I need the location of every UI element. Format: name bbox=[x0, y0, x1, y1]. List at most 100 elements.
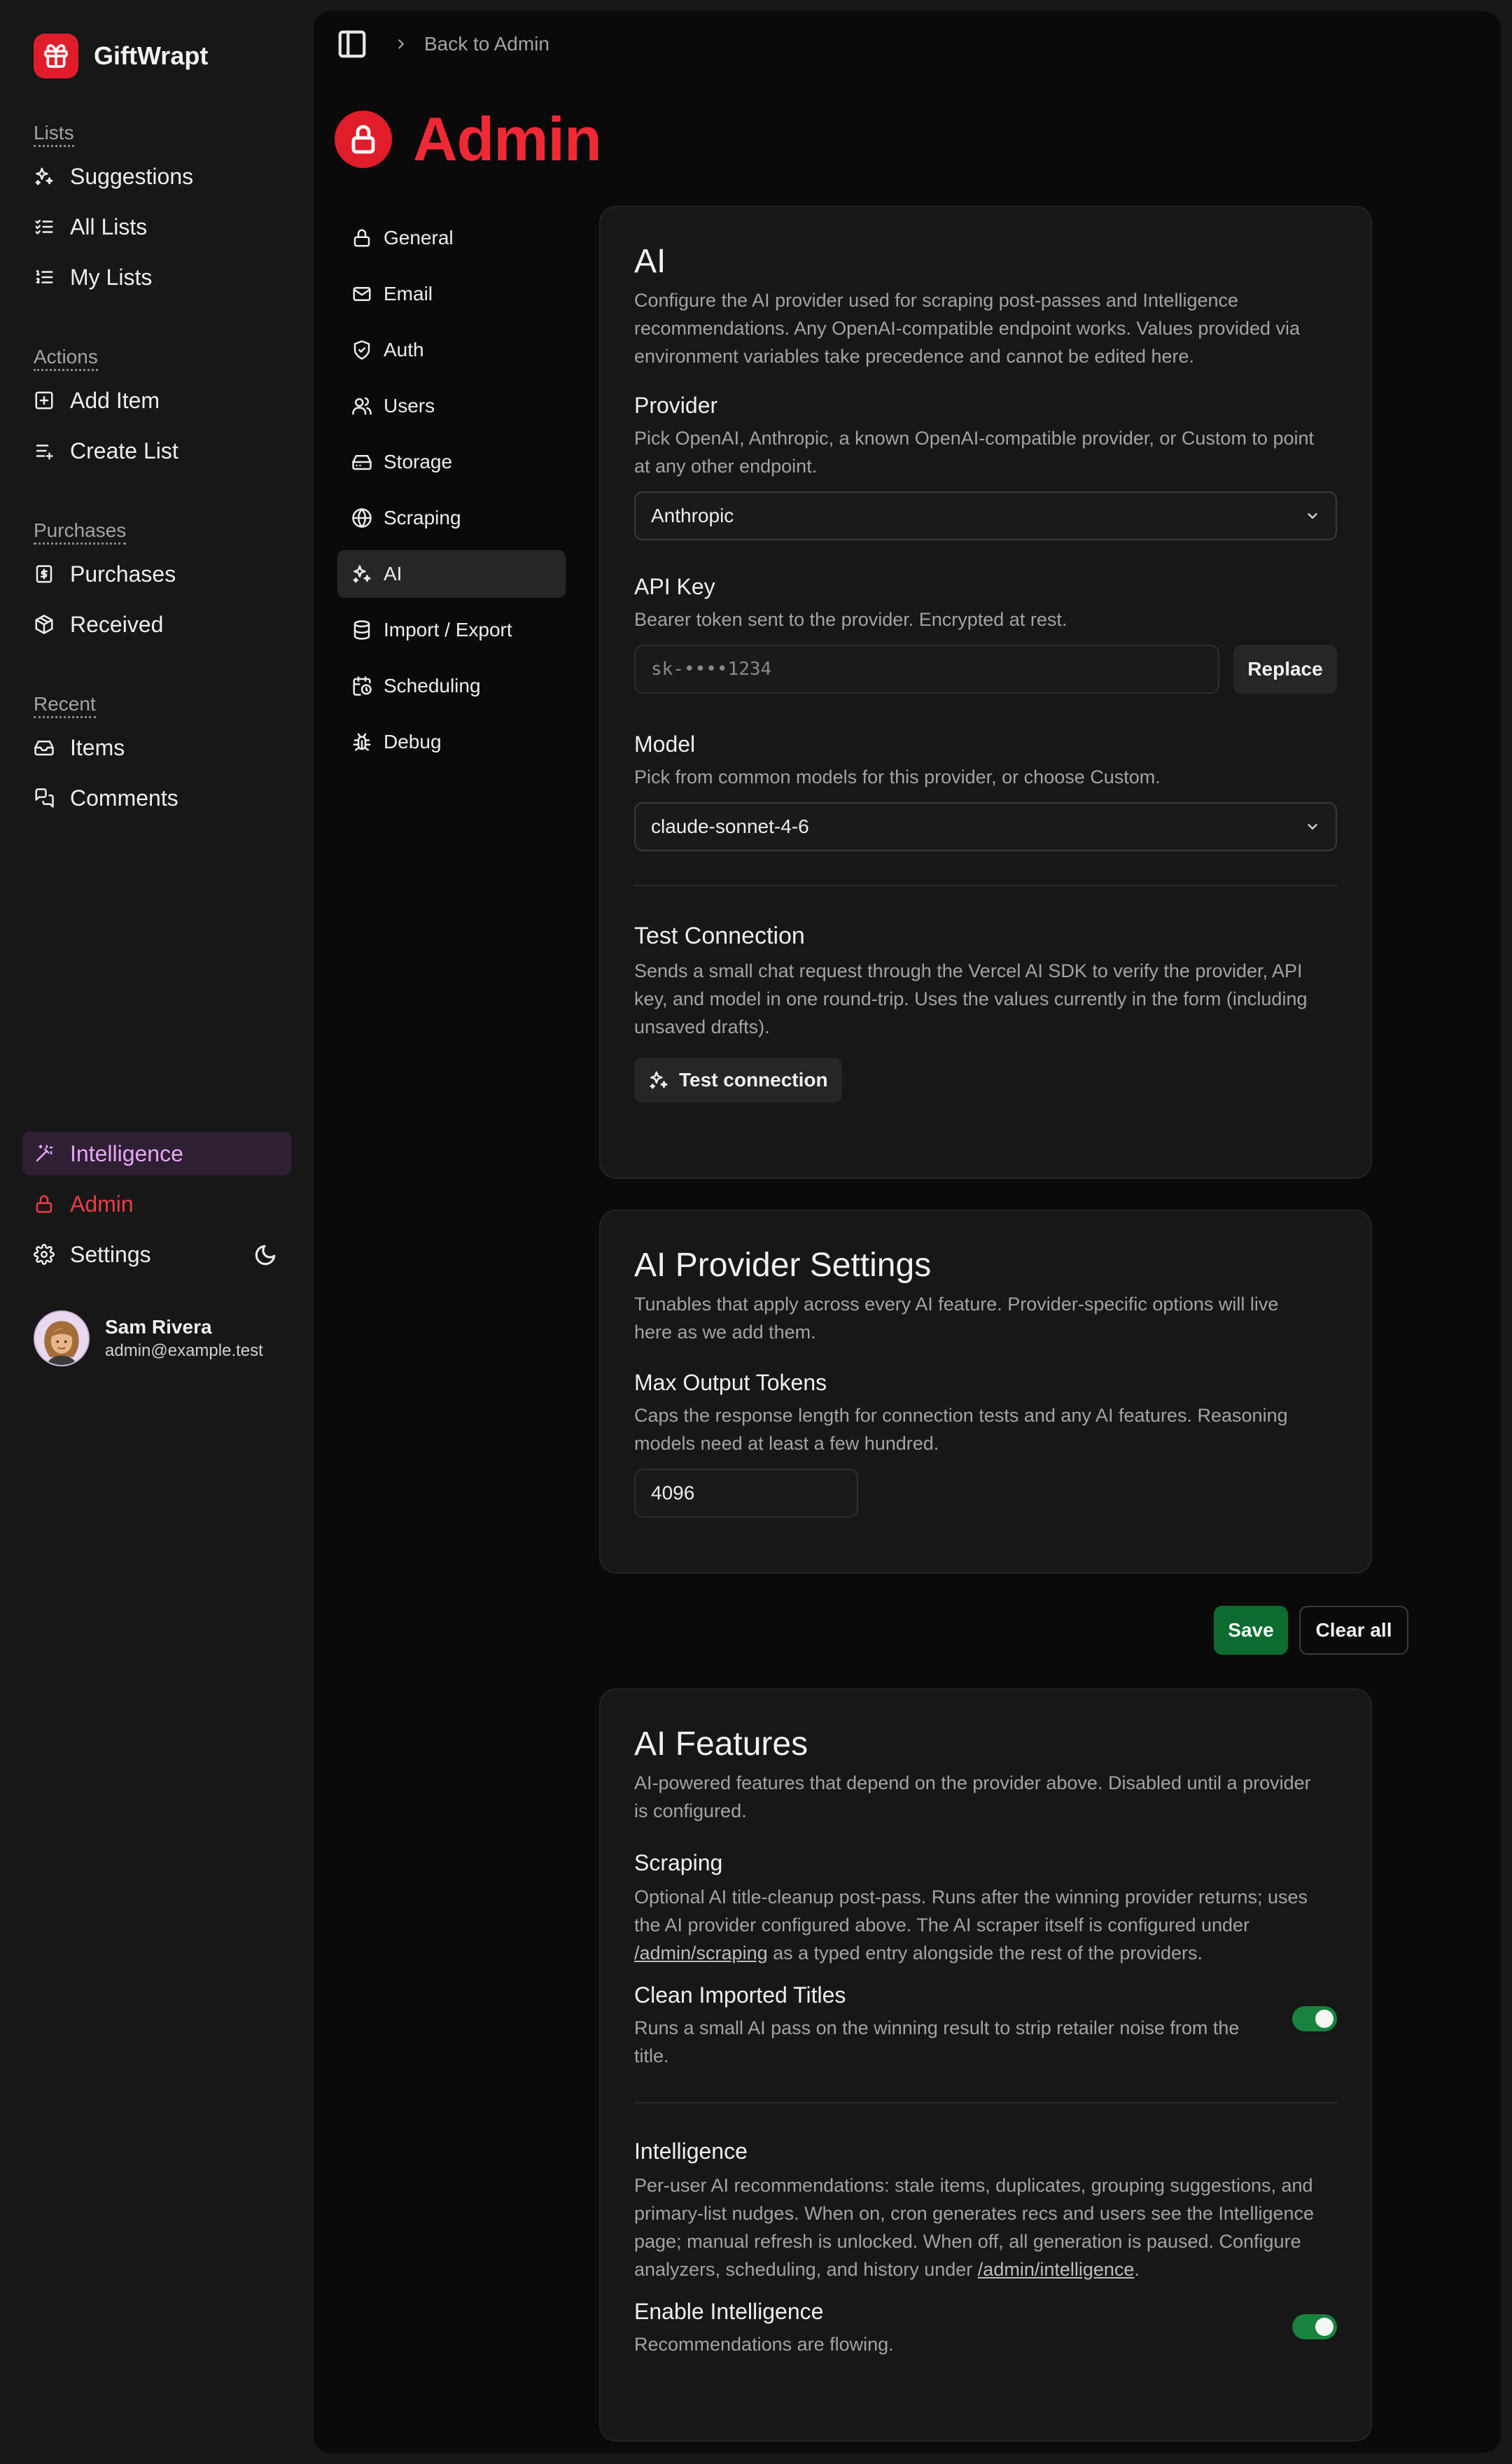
sparkles-icon bbox=[34, 166, 55, 187]
sidebar-item-intelligence[interactable]: Intelligence bbox=[22, 1132, 291, 1175]
save-button[interactable]: Save bbox=[1214, 1606, 1288, 1655]
provider-select[interactable]: Anthropic bbox=[634, 491, 1337, 540]
subnav-item-label: Users bbox=[384, 395, 435, 416]
sidebar-item-settings[interactable]: Settings bbox=[34, 1235, 151, 1274]
bug-icon bbox=[351, 732, 372, 752]
globe-icon bbox=[351, 507, 372, 528]
lock-icon bbox=[335, 111, 392, 168]
subnav-item-label: AI bbox=[384, 563, 402, 584]
enable-intelligence-toggle[interactable] bbox=[1292, 2314, 1337, 2339]
clean-imported-titles-label: Clean Imported Titles bbox=[634, 1982, 846, 2008]
inbox-icon bbox=[34, 737, 55, 758]
model-select-value: claude-sonnet-4-6 bbox=[651, 816, 809, 837]
sidebar-item-label: Create List bbox=[70, 438, 178, 463]
subnav-item-scraping[interactable]: Scraping bbox=[337, 494, 566, 542]
group-label-purchases: Purchases bbox=[34, 519, 127, 545]
group-label-lists: Lists bbox=[34, 122, 74, 147]
subnav-item-auth[interactable]: Auth bbox=[337, 326, 566, 374]
chevron-down-icon bbox=[1305, 508, 1320, 524]
group-label-actions: Actions bbox=[34, 346, 98, 371]
max-output-tokens-label: Max Output Tokens bbox=[634, 1370, 827, 1395]
chevron-right-icon bbox=[393, 36, 409, 52]
sidebar-item-create-list[interactable]: Create List bbox=[34, 431, 178, 470]
square-plus-icon bbox=[34, 390, 55, 411]
sidebar-item-admin[interactable]: Admin bbox=[34, 1184, 134, 1224]
gift-icon bbox=[34, 34, 78, 78]
subnav-item-scheduling[interactable]: Scheduling bbox=[337, 662, 566, 710]
model-description: Pick from common models for this provide… bbox=[634, 766, 1161, 788]
sidebar-item-comments[interactable]: Comments bbox=[34, 778, 178, 818]
gear-icon bbox=[34, 1244, 55, 1265]
sidebar-item-purchases[interactable]: Purchases bbox=[34, 554, 176, 594]
shield-check-icon bbox=[351, 340, 372, 360]
brand[interactable]: GiftWrapt bbox=[34, 34, 208, 78]
sidebar-item-received[interactable]: Received bbox=[34, 605, 163, 644]
max-output-tokens-input[interactable]: 4096 bbox=[634, 1469, 858, 1518]
breadcrumb[interactable]: Back to Admin bbox=[393, 33, 550, 55]
sidebar-item-label: Admin bbox=[70, 1191, 134, 1217]
replace-button[interactable]: Replace bbox=[1233, 645, 1337, 694]
sidebar-item-label: Purchases bbox=[70, 561, 176, 587]
lock-icon bbox=[34, 1194, 55, 1214]
sidebar-item-my-lists[interactable]: My Lists bbox=[34, 258, 152, 297]
subnav-item-import-export[interactable]: Import / Export bbox=[337, 606, 566, 654]
card-title: AI Features bbox=[634, 1726, 808, 1763]
subnav-item-label: Auth bbox=[384, 339, 424, 360]
subnav-item-label: Scraping bbox=[384, 507, 461, 528]
card-description: AI-powered features that depend on the p… bbox=[634, 1772, 1311, 1821]
magic-wand-icon bbox=[34, 1143, 55, 1164]
calendar-clock-icon bbox=[351, 676, 372, 696]
panel-left-icon[interactable] bbox=[336, 28, 368, 60]
sidebar: GiftWrapt Lists Suggestions All Lists My… bbox=[0, 0, 314, 2464]
lock-icon bbox=[351, 227, 372, 248]
moon-icon[interactable] bbox=[253, 1243, 277, 1267]
subnav-item-users[interactable]: Users bbox=[337, 382, 566, 430]
provider-select-value: Anthropic bbox=[651, 505, 734, 526]
sidebar-item-suggestions[interactable]: Suggestions bbox=[34, 157, 193, 196]
receipt-icon bbox=[34, 564, 55, 584]
hard-drive-icon bbox=[351, 451, 372, 472]
subnav-item-label: Debug bbox=[384, 731, 442, 752]
sidebar-item-label: Add Item bbox=[70, 387, 160, 413]
subnav-item-label: Import / Export bbox=[384, 619, 512, 640]
sidebar-item-label: All Lists bbox=[70, 214, 148, 239]
admin-scraping-link[interactable]: /admin/scraping bbox=[634, 1942, 768, 1963]
sidebar-item-label: Intelligence bbox=[70, 1140, 183, 1166]
enable-intelligence-description: Recommendations are flowing. bbox=[634, 2334, 894, 2355]
enable-intelligence-label: Enable Intelligence bbox=[634, 2299, 824, 2324]
chevron-down-icon bbox=[1305, 819, 1320, 834]
test-connection-description: Sends a small chat request through the V… bbox=[634, 960, 1308, 1037]
model-select[interactable]: claude-sonnet-4-6 bbox=[634, 802, 1337, 851]
admin-intelligence-link[interactable]: /admin/intelligence bbox=[978, 2259, 1135, 2280]
subnav-item-label: Email bbox=[384, 283, 433, 304]
divider bbox=[634, 885, 1337, 886]
api-key-label: API Key bbox=[634, 574, 715, 599]
user-profile[interactable]: Sam Rivera admin@example.test bbox=[34, 1310, 263, 1366]
breadcrumb-back-to-admin[interactable]: Back to Admin bbox=[424, 33, 550, 55]
subnav-item-debug[interactable]: Debug bbox=[337, 718, 566, 766]
group-label-recent: Recent bbox=[34, 693, 96, 718]
divider bbox=[634, 2102, 1337, 2104]
subnav-item-label: Scheduling bbox=[384, 675, 481, 696]
provider-description: Pick OpenAI, Anthropic, a known OpenAI-c… bbox=[634, 428, 1314, 477]
subnav-item-label: Storage bbox=[384, 451, 453, 472]
scraping-section-label: Scraping bbox=[634, 1850, 723, 1875]
package-icon bbox=[34, 614, 55, 635]
api-key-input[interactable]: sk-••••1234 bbox=[634, 645, 1219, 694]
clear-all-button[interactable]: Clear all bbox=[1299, 1606, 1408, 1655]
subnav-item-ai[interactable]: AI bbox=[337, 550, 566, 598]
clean-imported-titles-description: Runs a small AI pass on the winning resu… bbox=[634, 2017, 1240, 2066]
sidebar-item-items[interactable]: Items bbox=[34, 728, 125, 767]
page-title: Admin bbox=[413, 104, 602, 174]
sidebar-item-all-lists[interactable]: All Lists bbox=[34, 207, 147, 246]
ai-card: AI Configure the AI provider used for sc… bbox=[599, 206, 1372, 1179]
user-email: admin@example.test bbox=[105, 1341, 263, 1360]
test-connection-button[interactable]: Test connection bbox=[634, 1058, 842, 1102]
mail-icon bbox=[351, 284, 372, 304]
subnav-item-storage[interactable]: Storage bbox=[337, 438, 566, 486]
subnav-item-email[interactable]: Email bbox=[337, 270, 566, 318]
clean-imported-titles-toggle[interactable] bbox=[1292, 2006, 1337, 2031]
subnav-item-general[interactable]: General bbox=[337, 214, 566, 262]
list-check-icon bbox=[34, 216, 55, 237]
sidebar-item-add-item[interactable]: Add Item bbox=[34, 381, 160, 420]
